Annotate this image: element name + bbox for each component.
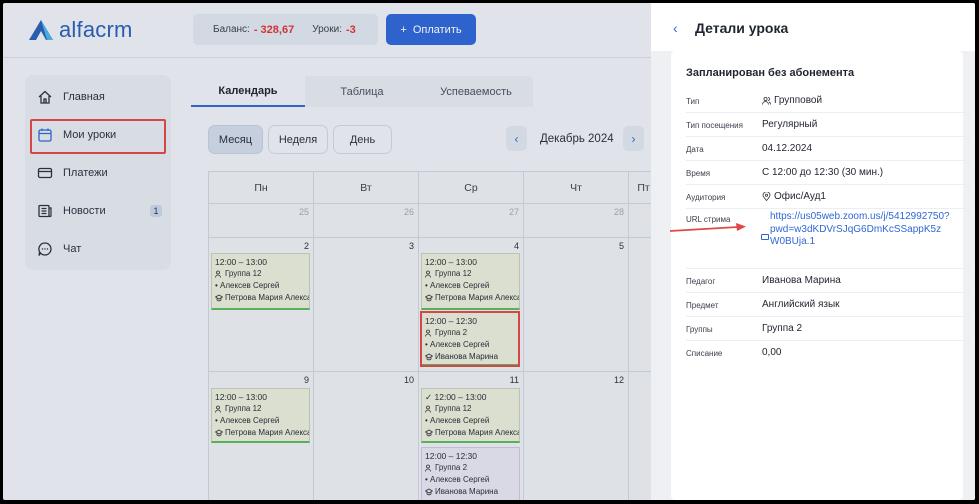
detail-value-wrap: Групповой bbox=[762, 95, 822, 106]
detail-label: Тип bbox=[686, 97, 700, 106]
detail-label: Списание bbox=[686, 349, 723, 358]
detail-label: Аудитория bbox=[686, 193, 726, 202]
detail-row-charge: Списание 0,00 bbox=[686, 341, 973, 365]
app-frame: alfacrm Баланс: - 328,67 Уроки: -3 + Опл… bbox=[3, 3, 975, 500]
detail-label: Группы bbox=[686, 325, 713, 334]
location-pin-icon bbox=[762, 192, 771, 201]
stream-url-link[interactable]: https://us05web.zoom.us/j/5412992750?pwd… bbox=[770, 211, 950, 249]
detail-row-time: Время С 12:00 до 12:30 (30 мин.) bbox=[686, 161, 973, 185]
detail-label: Тип посещения bbox=[686, 121, 743, 130]
lesson-details-panel: ‹ Детали урока Запланирован без абонемен… bbox=[651, 3, 975, 500]
detail-value: Групповой bbox=[774, 95, 823, 106]
detail-row-groups: Группы Группа 2 bbox=[686, 317, 973, 341]
detail-value: Регулярный bbox=[762, 119, 818, 130]
detail-row-room: Аудитория Офис/Ауд1 bbox=[686, 185, 973, 209]
lesson-status-title: Запланирован без абонемента bbox=[686, 67, 855, 79]
video-link-icon bbox=[761, 234, 769, 240]
detail-value: 0,00 bbox=[762, 347, 782, 358]
detail-row-stream-url: URL стрима https://us05web.zoom.us/j/541… bbox=[686, 209, 973, 269]
detail-row-visit-type: Тип посещения Регулярный bbox=[686, 113, 973, 137]
detail-label: Дата bbox=[686, 145, 704, 154]
modal-overlay[interactable] bbox=[3, 3, 651, 500]
detail-row-type: Тип Групповой bbox=[686, 89, 973, 113]
detail-label: Предмет bbox=[686, 301, 719, 310]
detail-value: С 12:00 до 12:30 (30 мин.) bbox=[762, 167, 884, 178]
back-chevron-icon[interactable]: ‹ bbox=[673, 20, 678, 36]
detail-value: 04.12.2024 bbox=[762, 143, 813, 154]
detail-value: Офис/Ауд1 bbox=[774, 191, 826, 202]
detail-row-subject: Предмет Английский язык bbox=[686, 293, 973, 317]
detail-value-wrap: Офис/Ауд1 bbox=[762, 191, 826, 202]
detail-value: Иванова Марина bbox=[762, 275, 841, 286]
detail-label: Педагог bbox=[686, 277, 716, 286]
panel-header: ‹ Детали урока bbox=[651, 3, 975, 51]
detail-row-teacher: Педагог Иванова Марина bbox=[686, 269, 973, 293]
detail-value: Группа 2 bbox=[762, 323, 803, 334]
detail-label: Время bbox=[686, 169, 711, 178]
detail-value: Английский язык bbox=[762, 299, 840, 310]
details-card: Запланирован без абонемента Тип Группово… bbox=[671, 51, 973, 500]
panel-title: Детали урока bbox=[695, 20, 789, 36]
annotation-arrow-icon bbox=[670, 223, 746, 232]
group-icon bbox=[762, 96, 771, 105]
detail-row-date: Дата 04.12.2024 bbox=[686, 137, 973, 161]
